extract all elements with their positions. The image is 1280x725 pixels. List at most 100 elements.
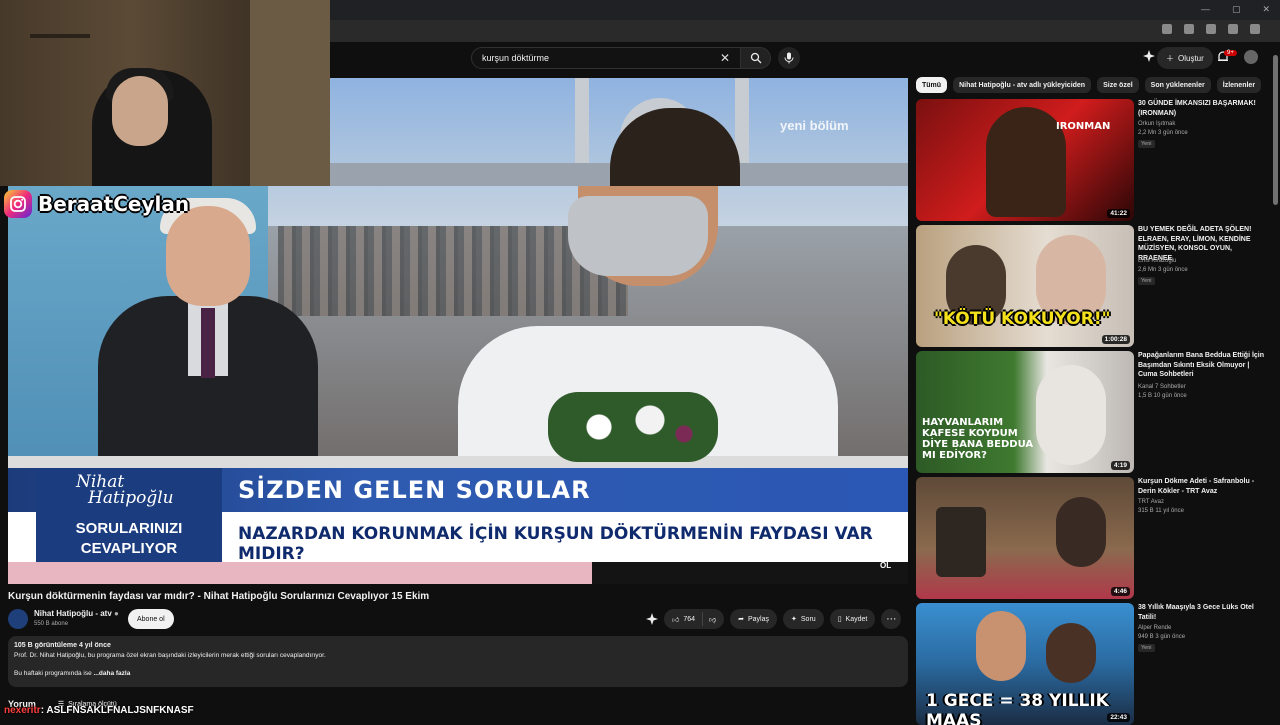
search-input[interactable]: kurşun döktürme ✕: [471, 47, 741, 69]
chip-recent[interactable]: Son yüklenenler: [1144, 77, 1211, 93]
chip-all[interactable]: Tümü: [916, 77, 948, 93]
rec-channel[interactable]: Enis Kirazoğlu: [1138, 258, 1176, 264]
recommendation-item[interactable]: 1 GECE = 38 YILLIK MAAŞ 22:43 38 Yıllık …: [916, 603, 1272, 725]
thumbs-down-icon: 👎︎: [709, 616, 717, 624]
video-player[interactable]: Nihat Hatipoğlu SORULARINIZI CEVAPLIYOR S…: [8, 186, 908, 584]
recommendation-item[interactable]: 4:46 Kurşun Dökme Adeti - Safranbolu - D…: [916, 477, 1272, 599]
video-thumbnail[interactable]: 1 GECE = 38 YILLIK MAAŞ 22:43: [916, 603, 1134, 725]
logo-sub-2: CEVAPLIYOR: [80, 540, 178, 557]
rec-title[interactable]: 30 GÜNDE İMKANSIZI BAŞARMAK! (IRONMAN): [1138, 99, 1268, 118]
thumbs-up-icon: 👍︎: [672, 616, 680, 624]
maximize-icon[interactable]: ▢: [1232, 4, 1241, 15]
voice-search-button[interactable]: [778, 47, 800, 69]
like-dislike-group: 👍︎ 764 👎︎: [664, 609, 725, 629]
description-box[interactable]: 105 B görüntüleme 4 yıl önce Prof. Dr. N…: [8, 636, 908, 687]
channel-name[interactable]: Nihat Hatipoğlu - atv ●: [34, 609, 119, 618]
chip-watched[interactable]: İzlenenler: [1216, 77, 1262, 93]
rec-title[interactable]: 38 Yıllık Maaşıyla 3 Gece Lüks Otel Tati…: [1138, 603, 1268, 622]
recommendation-item[interactable]: IRONMAN 41:22 30 GÜNDE İMKANSIZI BAŞARMA…: [916, 99, 1272, 221]
share-button[interactable]: ➦ Paylaş: [730, 609, 778, 629]
logo-sub-1: SORULARINIZI: [75, 520, 183, 537]
video-upper-area[interactable]: yeni bölüm: [330, 78, 908, 186]
video-thumbnail[interactable]: "KÖTÜ KOKUYOR!" 1:00:28: [916, 225, 1134, 347]
more-icon: ⋯: [886, 613, 897, 625]
browser-tabstrip: [330, 0, 1280, 20]
subscribe-button[interactable]: Abone ol: [128, 609, 174, 629]
logo-script-2: Hatipoğlu: [88, 488, 174, 508]
description-line-2: Bu haftaki programında ise: [14, 670, 92, 677]
rec-stats: 949 B 3 gün önce: [1138, 634, 1186, 640]
save-button[interactable]: ▯ Kaydet: [829, 609, 876, 629]
bookmark-icon: ▯: [837, 616, 842, 623]
sparkle-icon: ✦: [791, 616, 797, 623]
sidepanel-icon[interactable]: [1228, 24, 1238, 34]
rec-channel[interactable]: TRT Avaz: [1138, 499, 1164, 505]
account-avatar[interactable]: [1244, 50, 1258, 64]
stream-chat-message: nexeritr: ASLFNSAKLFNALJSNFKNASF: [4, 705, 194, 716]
video-thumbnail[interactable]: 4:46: [916, 477, 1134, 599]
banner-question: NAZARDAN KORUNMAK İÇİN KURŞUN DÖKTÜRMENİ…: [238, 524, 873, 564]
recommendation-item[interactable]: HAYVANLARIM KAFESE KOYDUM DİYE BANA BEDD…: [916, 351, 1272, 473]
webcam-overlay: [0, 0, 330, 186]
filter-chips: Tümü Nihat Hatipoğlu - atv adlı yükleyic…: [916, 77, 1262, 93]
clear-search-icon[interactable]: ✕: [720, 51, 730, 65]
instagram-icon: [4, 190, 32, 218]
like-button[interactable]: 👍︎ 764: [664, 612, 704, 626]
thumbnail-text: IRONMAN: [1056, 121, 1111, 132]
plus-icon: ＋: [1166, 53, 1174, 63]
chat-username: nexeritr: [4, 705, 41, 716]
duration-badge: 4:19: [1110, 461, 1130, 470]
rec-stats: 1,5 B 10 gün önce: [1138, 393, 1187, 399]
video-title: Kurşun döktürmenin faydası var mıdır? - …: [8, 591, 430, 602]
sparkle-icon[interactable]: [646, 613, 658, 625]
show-more-link[interactable]: ...daha fazla: [94, 670, 131, 677]
subscriber-count: 550 B abone: [34, 621, 69, 627]
more-actions-button[interactable]: ⋯: [881, 609, 902, 629]
corner-channel-logo: BE OL: [880, 553, 892, 570]
ask-button[interactable]: ✦ Soru: [783, 609, 824, 629]
share-icon: ➦: [738, 616, 744, 623]
channel-avatar[interactable]: [8, 609, 28, 629]
thumbnail-text: HAYVANLARIM KAFESE KOYDUM DİYE BANA BEDD…: [922, 417, 1034, 461]
video-thumbnail[interactable]: HAYVANLARIM KAFESE KOYDUM DİYE BANA BEDD…: [916, 351, 1134, 473]
new-badge: Yeni: [1138, 140, 1155, 148]
video-thumbnail[interactable]: IRONMAN 41:22: [916, 99, 1134, 221]
duration-badge: 4:46: [1110, 587, 1130, 596]
search-button[interactable]: [741, 47, 771, 69]
duration-badge: 22:43: [1107, 713, 1130, 722]
rec-channel[interactable]: Orkun Işıtmak: [1138, 121, 1175, 127]
page-scrollbar[interactable]: [1273, 55, 1278, 205]
search-query[interactable]: kurşun döktürme: [482, 53, 720, 63]
rec-title[interactable]: Papağanlarım Bana Beddua Ettiği İçin Baş…: [1138, 351, 1268, 380]
puzzle-icon[interactable]: [1206, 24, 1216, 34]
minimize-icon[interactable]: —: [1201, 4, 1210, 15]
bookmark-star-icon[interactable]: [1184, 24, 1194, 34]
search-icon: [750, 52, 761, 64]
dislike-button[interactable]: 👎︎: [703, 615, 724, 624]
like-count: 764: [683, 615, 696, 623]
microphone-icon: [784, 52, 794, 64]
rec-title[interactable]: Kurşun Dökme Adeti - Safranbolu - Derin …: [1138, 477, 1268, 496]
rec-channel[interactable]: Alper Rende: [1138, 625, 1171, 631]
program-logo: Nihat Hatipoğlu SORULARINIZI CEVAPLIYOR: [36, 468, 222, 562]
recommendation-item[interactable]: "KÖTÜ KOKUYOR!" 1:00:28 BU YEMEK DEĞİL A…: [916, 225, 1272, 347]
view-count-date: 105 B görüntüleme 4 yıl önce: [14, 642, 111, 649]
browser-toolbar: [330, 20, 1280, 42]
thumbnail-text: "KÖTÜ KOKUYOR!": [934, 309, 1111, 329]
extension-icon[interactable]: [1162, 24, 1172, 34]
rec-stats: 2,6 Mn 3 gün önce: [1138, 267, 1188, 273]
sparkle-icon[interactable]: [1143, 50, 1155, 62]
profile-icon[interactable]: [1250, 24, 1260, 34]
create-label: Oluştur: [1178, 53, 1204, 63]
rec-stats: 2,2 Mn 3 gün önce: [1138, 130, 1188, 136]
chip-from-uploader[interactable]: Nihat Hatipoğlu - atv adlı yükleyiciden: [953, 77, 1092, 93]
duration-badge: 41:22: [1107, 209, 1130, 218]
video-actions: 👍︎ 764 👎︎ ➦ Paylaş ✦ Soru ▯ Kaydet ⋯: [646, 609, 902, 629]
chip-for-you[interactable]: Size özel: [1097, 77, 1139, 93]
close-window-icon[interactable]: ✕: [1262, 4, 1270, 15]
verified-icon: ●: [114, 609, 119, 618]
notification-badge: 9+: [1224, 50, 1237, 56]
create-button[interactable]: ＋ Oluştur: [1157, 47, 1213, 69]
rec-channel[interactable]: Kanal 7 Sohbetler: [1138, 384, 1186, 390]
episode-watermark: yeni bölüm: [780, 118, 849, 133]
